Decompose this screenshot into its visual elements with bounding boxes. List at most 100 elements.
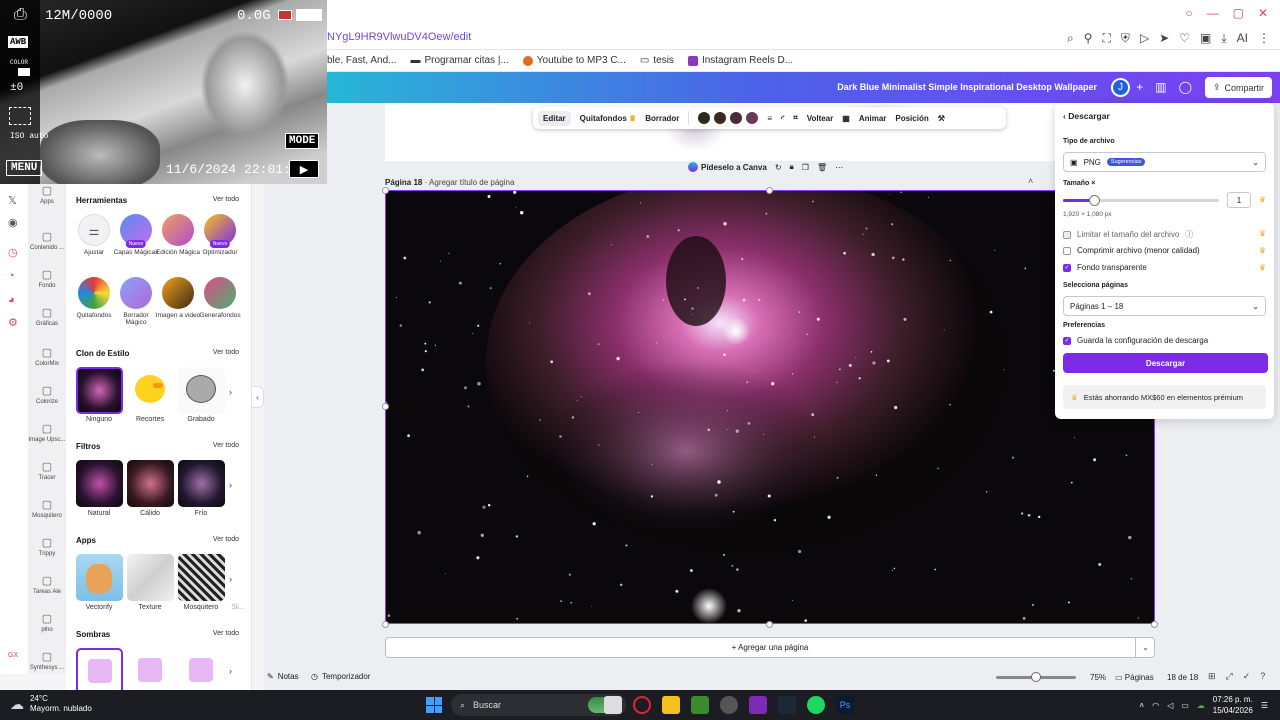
xbox-icon[interactable]: [720, 696, 738, 714]
download-button[interactable]: Descargar: [1063, 353, 1268, 373]
info-icon[interactable]: ⓘ: [1185, 229, 1193, 240]
remove-bg-button[interactable]: Quitafondos ♛: [580, 114, 637, 123]
tool-tile[interactable]: Borrador Mágico: [113, 277, 159, 326]
line-style-icon[interactable]: ≡: [767, 114, 772, 123]
see-all-link[interactable]: Ver todo: [213, 196, 239, 203]
filter-natural-thumb[interactable]: [76, 460, 123, 507]
nav-item[interactable]: ▢ Gráficas: [28, 306, 66, 327]
pin-icon[interactable]: ⚲: [1084, 31, 1093, 46]
transparent-option[interactable]: ✓ Fondo transparente: [1063, 263, 1147, 272]
see-all-link[interactable]: Ver todo: [213, 442, 239, 449]
pages-button[interactable]: ▭ Páginas: [1115, 673, 1154, 682]
tool-tile[interactable]: Nuevo Capas Mágicas: [113, 214, 159, 256]
more-icon[interactable]: ⋯: [835, 163, 843, 172]
bookmark-item[interactable]: Youtube to MP3 C...: [522, 55, 626, 66]
color-swatch[interactable]: [730, 112, 743, 124]
color-swatch[interactable]: [698, 112, 711, 124]
resize-handle[interactable]: [382, 187, 389, 194]
grid-view-icon[interactable]: ⊞: [1208, 671, 1216, 682]
trash-icon[interactable]: 🗑︎: [817, 163, 827, 172]
duplicate-icon[interactable]: ❐: [802, 163, 809, 172]
page-title-input[interactable]: Agregar título de página: [429, 178, 514, 187]
save-prefs-checkbox[interactable]: ✓: [1063, 336, 1071, 345]
tool-tile[interactable]: Quitafondos: [71, 277, 117, 319]
spotify-icon[interactable]: [807, 696, 825, 714]
position-button[interactable]: Posición: [895, 114, 928, 123]
compress-checkbox[interactable]: [1063, 246, 1071, 255]
shadow-thumb[interactable]: [178, 648, 225, 690]
limit-size-option[interactable]: Limitar el tamaño del archivo ⓘ: [1063, 229, 1193, 240]
chevron-up-icon[interactable]: ˄: [1028, 176, 1033, 186]
bookmark-item[interactable]: ▭ tesis: [640, 55, 674, 66]
flip-button[interactable]: Voltear: [807, 114, 834, 123]
chevron-right-icon[interactable]: ›: [229, 480, 232, 490]
chevron-right-icon[interactable]: ›: [229, 666, 232, 676]
size-slider-knob[interactable]: [1089, 195, 1101, 206]
close-icon[interactable]: ✕: [1258, 6, 1268, 20]
fullscreen-icon[interactable]: ⤢: [1226, 671, 1233, 682]
timer-button[interactable]: ◷ Temporizador: [311, 672, 370, 681]
bookmark-item[interactable]: ▬ Programar citas |...: [410, 55, 508, 66]
white-balance[interactable]: AWB: [8, 36, 29, 48]
see-all-link[interactable]: Ver todo: [213, 349, 239, 356]
chevron-up-icon[interactable]: ˄: [1139, 701, 1144, 710]
ai-button[interactable]: AI: [1237, 31, 1248, 46]
comment-icon[interactable]: ◯: [1179, 80, 1192, 94]
edit-button[interactable]: Editar: [538, 110, 571, 126]
opera-icon[interactable]: [633, 696, 651, 714]
chevron-right-icon[interactable]: ›: [229, 574, 232, 584]
app-vectorify-thumb[interactable]: [76, 554, 123, 601]
style-cutouts-thumb[interactable]: [127, 367, 174, 414]
see-all-link[interactable]: Ver todo: [213, 630, 239, 637]
battery-icon[interactable]: ▭: [1181, 701, 1189, 710]
x-icon[interactable]: 𝕏: [8, 194, 17, 207]
zoom-slider-knob[interactable]: [1031, 672, 1041, 682]
analytics-icon[interactable]: ▥: [1155, 80, 1166, 94]
pages-select[interactable]: Páginas 1 – 18 ⌄: [1063, 296, 1266, 316]
windows-start-icon[interactable]: [426, 697, 442, 713]
resize-handle[interactable]: [382, 621, 389, 628]
corner-icon[interactable]: ◜: [781, 114, 784, 123]
clock[interactable]: 07:26 p. m. 15/04/2026: [1213, 694, 1253, 716]
nav-item[interactable]: ▢ plno: [28, 612, 66, 633]
document-title[interactable]: Dark Blue Minimalist Simple Inspirationa…: [837, 82, 1097, 92]
tool-tile[interactable]: Edición Mágica: [155, 214, 201, 256]
onenote-icon[interactable]: [749, 696, 767, 714]
ask-canva-button[interactable]: Pídeselo a Canva: [688, 162, 767, 172]
maximize-icon[interactable]: ▢: [1233, 6, 1244, 20]
bookmark-item[interactable]: ble, Fast, And...: [327, 55, 396, 66]
camera-mode-button[interactable]: MODE: [285, 133, 320, 149]
zoom-level[interactable]: 75%: [1090, 673, 1106, 682]
play-icon[interactable]: ▶: [289, 160, 319, 178]
resize-handle[interactable]: [1151, 621, 1158, 628]
help-icon[interactable]: ?: [1260, 671, 1265, 682]
file-explorer-icon[interactable]: [662, 696, 680, 714]
add-collaborator-icon[interactable]: +: [1136, 80, 1143, 94]
nav-item[interactable]: ▢ Tracer: [28, 460, 66, 481]
animate-button[interactable]: Animar: [859, 114, 887, 123]
download-icon[interactable]: ⤓: [1221, 31, 1226, 46]
history-icon[interactable]: ◷: [8, 246, 18, 259]
volume-icon[interactable]: ◁: [1167, 701, 1173, 710]
tool-tile[interactable]: Imagen a video: [155, 277, 201, 319]
lock-icon[interactable]: 🔒︎: [790, 162, 794, 172]
nav-item[interactable]: ▢ Fondo: [28, 268, 66, 289]
bookmark-item[interactable]: Instagram Reels D...: [687, 55, 793, 66]
iso[interactable]: ISO auto: [10, 132, 48, 141]
screenshot-icon[interactable]: ⛶: [1103, 31, 1111, 46]
compress-option[interactable]: Comprimir archivo (menor calidad): [1063, 246, 1200, 255]
nav-item[interactable]: ▢ Apps: [28, 184, 66, 205]
play-icon[interactable]: ▷: [1140, 31, 1149, 46]
nav-item[interactable]: ▢ Mosquitero: [28, 498, 66, 519]
nav-item[interactable]: ▢ Tareas Ale: [28, 574, 66, 595]
transparent-checkbox[interactable]: ✓: [1063, 263, 1071, 272]
zoom-icon[interactable]: ⌕: [1067, 31, 1074, 46]
size-input[interactable]: 1: [1227, 192, 1251, 208]
share-button[interactable]: ⇪ Compartir: [1204, 77, 1272, 98]
shield-icon[interactable]: ⛨: [1121, 31, 1130, 46]
tool-tile[interactable]: Nuevo Optimizador: [197, 214, 243, 256]
chevron-down-icon[interactable]: ⌄: [1135, 637, 1155, 658]
menu-icon[interactable]: ⋮: [1258, 31, 1270, 46]
color-swatch[interactable]: [746, 112, 759, 124]
nav-item[interactable]: ▢ Colorize: [28, 384, 66, 405]
